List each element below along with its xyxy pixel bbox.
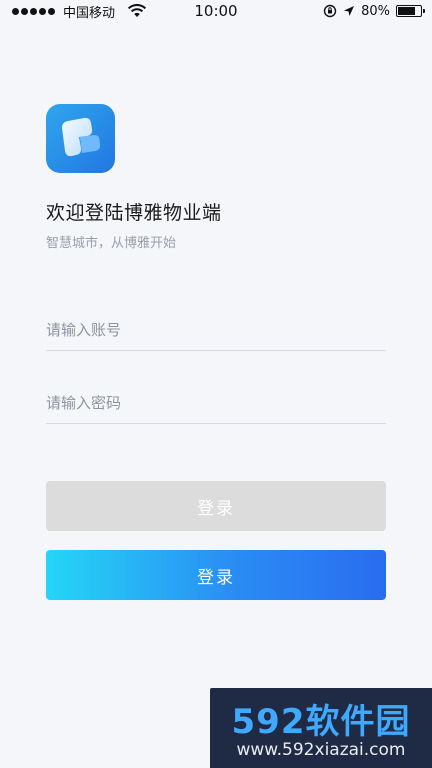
watermark-url: www.592xiazai.com — [236, 740, 406, 760]
watermark-brand: 592软件园 — [231, 702, 411, 742]
page-title: 欢迎登陆博雅物业端 — [46, 202, 222, 224]
watermark: 592软件园 www.592xiazai.com — [210, 688, 432, 768]
password-field-container — [46, 383, 386, 424]
status-bar: 中国移动 10:00 80% — [0, 0, 432, 22]
location-arrow-icon — [344, 6, 355, 16]
battery-percent: 80% — [361, 3, 390, 19]
battery-icon — [396, 5, 425, 17]
login-button-disabled[interactable]: 登录 — [46, 481, 386, 531]
login-button[interactable]: 登录 — [46, 550, 386, 600]
battery-level — [398, 7, 416, 15]
app-logo-icon — [46, 104, 115, 173]
page-subtitle: 智慧城市，从博雅开始 — [46, 236, 177, 251]
account-field-container — [46, 310, 386, 351]
status-right: 80% — [323, 2, 425, 20]
account-input[interactable] — [46, 310, 386, 350]
password-input[interactable] — [46, 383, 386, 423]
orientation-lock-icon — [323, 4, 337, 18]
